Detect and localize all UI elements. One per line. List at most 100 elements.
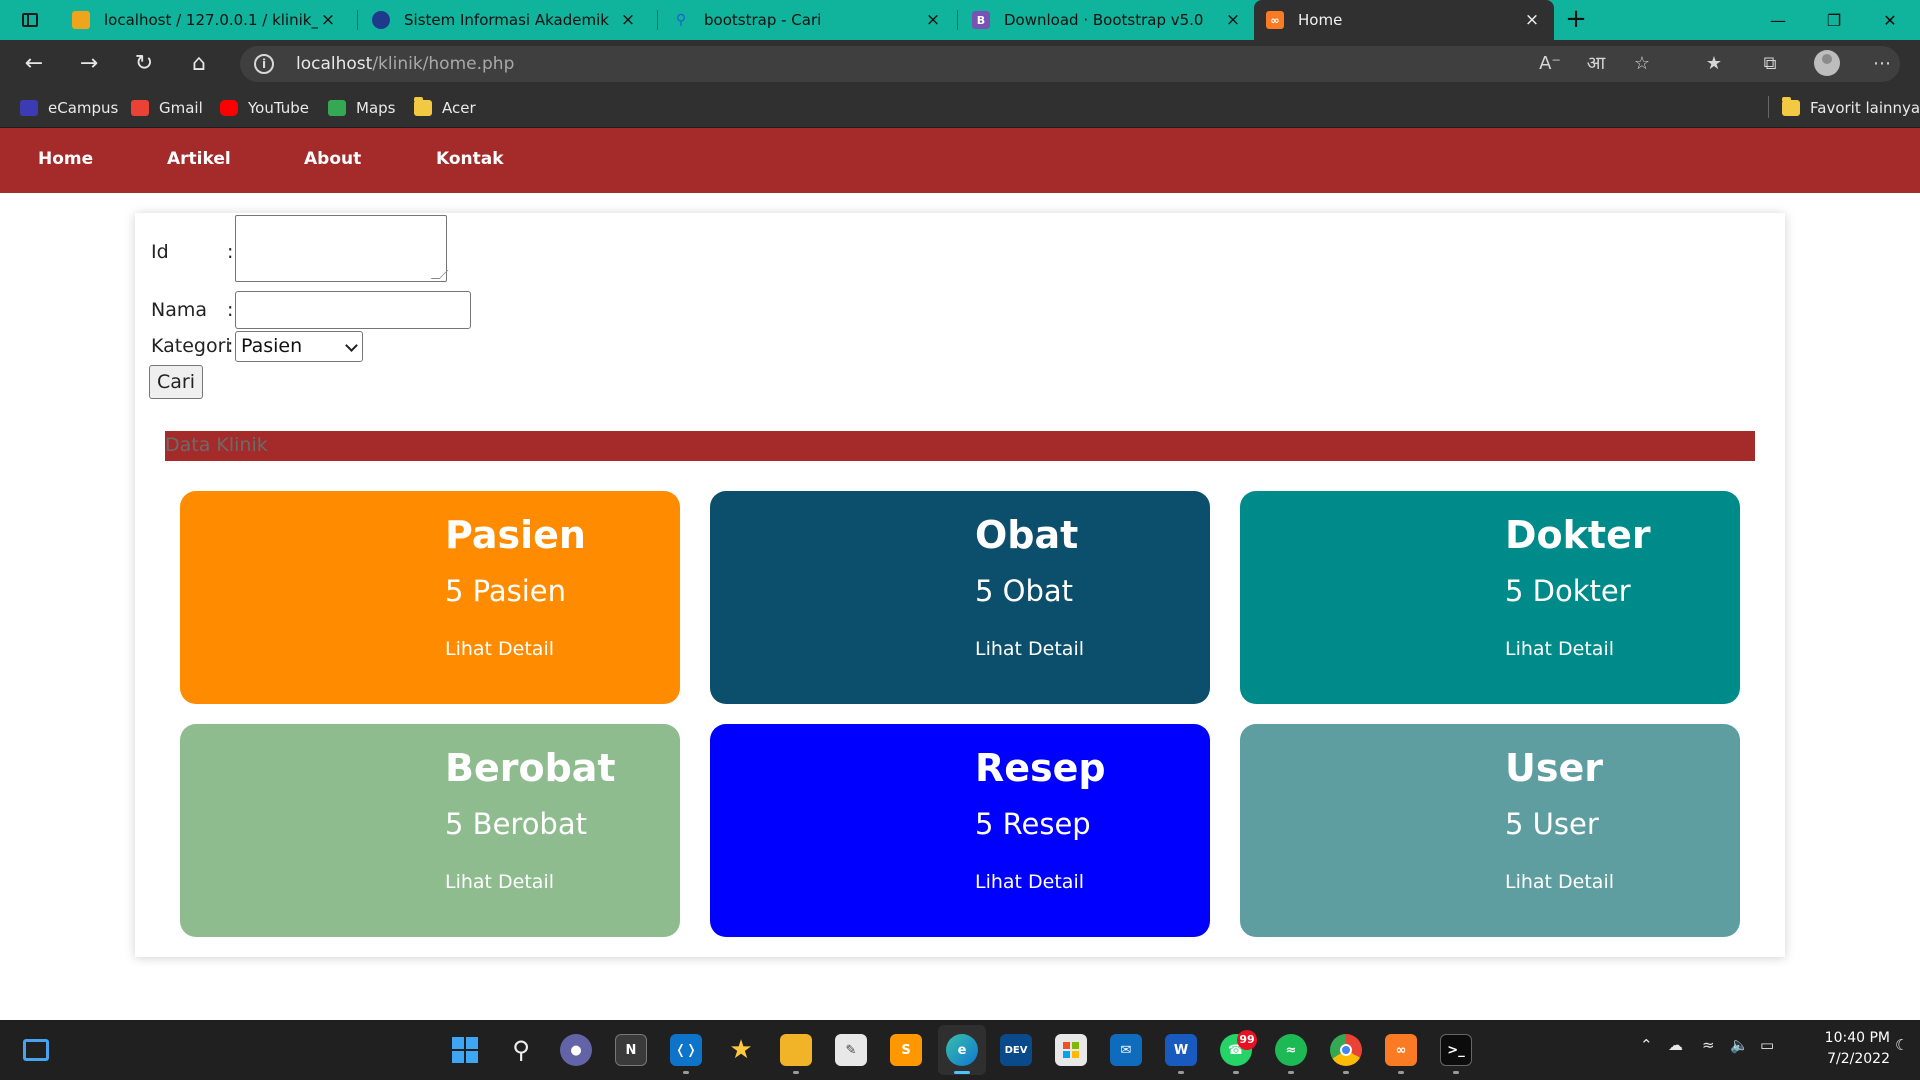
nav-about[interactable]: About (304, 149, 361, 169)
sublime-icon: S (901, 1042, 911, 1058)
terminal-button[interactable]: >_ (1440, 1034, 1472, 1066)
card-count: 5 Resep (975, 807, 1091, 841)
word-button[interactable]: W (1165, 1034, 1197, 1066)
new-tab-button[interactable]: + (1560, 4, 1592, 36)
nama-input[interactable] (235, 291, 471, 329)
card-detail-link[interactable]: Lihat Detail (1505, 638, 1614, 660)
restore-icon: ❐ (1826, 10, 1842, 30)
notion-button[interactable]: N (615, 1034, 647, 1066)
nav-kontak[interactable]: Kontak (436, 149, 504, 169)
notepad-button[interactable]: ✎ (835, 1034, 867, 1066)
bookmark-label: Favorit lainnya (1810, 99, 1920, 117)
running-indicator (1288, 1071, 1294, 1074)
windows-icon (452, 1037, 478, 1063)
volume-icon[interactable]: 🔈 (1730, 1036, 1749, 1054)
word-icon: W (1173, 1042, 1189, 1058)
minimize-button[interactable]: — (1750, 0, 1806, 40)
profile-avatar[interactable] (1814, 50, 1840, 76)
card-detail-link[interactable]: Lihat Detail (445, 638, 554, 660)
bookmark-ecampus[interactable]: eCampus (20, 97, 118, 119)
card-detail-link[interactable]: Lihat Detail (975, 871, 1084, 893)
bookmark-label: Gmail (159, 99, 203, 117)
home-button[interactable]: ⌂ (182, 48, 216, 80)
tab-close-icon[interactable]: × (618, 10, 638, 30)
nama-label: Nama (151, 299, 208, 321)
back-button[interactable]: ← (17, 48, 51, 80)
store-button[interactable] (1055, 1034, 1087, 1066)
teams-chat-button[interactable]: ● (560, 1034, 592, 1066)
url-field[interactable]: i localhost/klinik/home.php A⁻ आ ☆ (240, 46, 1900, 82)
search-button[interactable]: ⚲ (505, 1034, 537, 1066)
nav-artikel[interactable]: Artikel (167, 149, 231, 169)
id-textarea[interactable] (235, 215, 447, 282)
kategori-select[interactable]: Pasien (235, 331, 363, 362)
mail-button[interactable]: ✉ (1110, 1034, 1142, 1066)
tab-title: Download · Bootstrap v5.0 (1004, 11, 1204, 29)
cari-button[interactable]: Cari (149, 365, 203, 399)
tab-actions-button[interactable] (10, 7, 50, 33)
vscode-button[interactable]: ❬❭ (670, 1034, 702, 1066)
clock-date: 7/2/2022 (1827, 1051, 1890, 1067)
ecampus-icon (20, 100, 38, 116)
card-title: Dokter (1505, 513, 1651, 557)
favorites-app-button[interactable]: ★ (725, 1034, 757, 1066)
tab-bootstrap-search[interactable]: ⚲ bootstrap - Cari × (660, 0, 955, 40)
cloud-off-icon[interactable]: ☁ (1668, 1036, 1683, 1054)
restore-button[interactable]: ❐ (1806, 0, 1862, 40)
translate-icon[interactable]: आ (1582, 50, 1610, 78)
site-info-icon[interactable]: i (254, 54, 274, 74)
sublime-text-button[interactable]: S (890, 1034, 922, 1066)
bookmark-gmail[interactable]: Gmail (131, 97, 203, 119)
xampp-button[interactable]: ∞ (1385, 1034, 1417, 1066)
tab-close-icon[interactable]: × (1522, 10, 1542, 30)
search-icon: ⚲ (675, 12, 687, 28)
tab-siakad[interactable]: Sistem Informasi Akademik × (360, 0, 650, 40)
read-aloud-icon[interactable]: A⁻ (1536, 50, 1564, 78)
more-options-icon[interactable]: ⋯ (1868, 50, 1896, 78)
card-detail-link[interactable]: Lihat Detail (975, 638, 1084, 660)
add-favorite-icon[interactable]: ☆ (1628, 50, 1656, 78)
widgets-button[interactable] (20, 1034, 52, 1066)
notifications-icon[interactable]: ☾ (1895, 1036, 1908, 1054)
bookmark-maps[interactable]: Maps (328, 97, 395, 119)
chevron-up-icon[interactable]: ⌃ (1640, 1036, 1653, 1054)
tab-home[interactable]: ∞ Home × (1254, 0, 1554, 40)
close-window-button[interactable]: ✕ (1862, 0, 1918, 40)
collections-icon[interactable]: ⧉ (1756, 50, 1784, 78)
favorites-icon[interactable]: ★ (1700, 50, 1728, 78)
spotify-button[interactable]: ≈ (1275, 1034, 1307, 1066)
refresh-button[interactable]: ↻ (127, 48, 161, 80)
tab-close-icon[interactable]: × (318, 10, 338, 30)
kategori-colon: : (227, 335, 234, 357)
card-count: 5 Pasien (445, 574, 567, 608)
kategori-selected-value: Pasien (241, 335, 303, 357)
card-detail-link[interactable]: Lihat Detail (1505, 871, 1614, 893)
bootstrap-icon: B (972, 11, 990, 29)
nav-home[interactable]: Home (38, 149, 93, 169)
bookmark-acer[interactable]: Acer (414, 97, 476, 119)
taskbar-clock[interactable]: 10:40 PM 7/2/2022 (1800, 1028, 1890, 1070)
document-icon: ✎ (845, 1042, 857, 1058)
start-button[interactable] (449, 1034, 481, 1066)
tab-close-icon[interactable]: × (923, 10, 943, 30)
bookmark-youtube[interactable]: YouTube (220, 97, 309, 119)
forward-button[interactable]: → (72, 48, 106, 80)
maps-icon (328, 100, 346, 116)
file-explorer-button[interactable] (780, 1034, 812, 1066)
card-dokter: Dokter 5 Dokter Lihat Detail (1240, 491, 1740, 704)
card-detail-link[interactable]: Lihat Detail (445, 871, 554, 893)
running-indicator (1453, 1071, 1459, 1074)
tab-close-icon[interactable]: × (1223, 10, 1243, 30)
tab-phpmyadmin[interactable]: localhost / 127.0.0.1 / klinik_3120 × (60, 0, 350, 40)
dev-home-button[interactable]: DEV (1000, 1034, 1032, 1066)
chrome-button[interactable] (1330, 1034, 1362, 1066)
edge-button[interactable]: e (946, 1034, 978, 1066)
card-count: 5 Obat (975, 574, 1074, 608)
tab-bootstrap-download[interactable]: B Download · Bootstrap v5.0 × (960, 0, 1255, 40)
dev-icon: DEV (1004, 1044, 1028, 1056)
terminal-icon: >_ (1447, 1042, 1465, 1058)
bookmark-favorites-other[interactable]: Favorit lainnya (1782, 97, 1920, 119)
wifi-icon[interactable]: ≈ (1702, 1036, 1715, 1054)
search-icon: ⚲ (512, 1036, 530, 1064)
battery-icon[interactable]: ▭ (1760, 1036, 1774, 1054)
